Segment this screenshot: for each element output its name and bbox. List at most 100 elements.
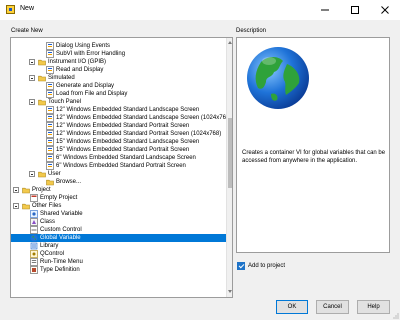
tree-item-label: SubVI with Error Handling <box>56 51 126 57</box>
resize-grip-icon[interactable] <box>393 313 399 319</box>
tree-item[interactable]: Generate and Display <box>11 82 227 90</box>
tree-item[interactable]: Type Definition <box>11 266 227 274</box>
library-icon <box>30 242 38 250</box>
tree-item[interactable]: Dialog Using Events <box>11 42 227 50</box>
cancel-button[interactable]: Cancel <box>316 300 349 314</box>
vi-icon <box>46 114 54 122</box>
close-button[interactable] <box>370 0 400 20</box>
vi-icon <box>46 106 54 114</box>
add-to-project-option[interactable]: Add to project <box>237 262 285 270</box>
tree-item-label: Library <box>40 243 59 249</box>
add-to-project-checkbox[interactable] <box>237 262 245 270</box>
tree-item[interactable]: 15" Windows Embedded Standard Landscape … <box>11 138 227 146</box>
type-definition-icon <box>30 266 38 274</box>
tree-item-label: Simulated <box>48 75 75 81</box>
tree-item-label: Browse... <box>56 179 82 185</box>
tree-item-label: Class <box>40 219 56 225</box>
vi-icon <box>46 42 54 50</box>
tree-scrollbar-thumb[interactable] <box>228 118 232 188</box>
project-icon <box>30 194 38 202</box>
create-new-tree[interactable]: Dialog Using Events SubVI with Error Hand… <box>10 37 233 298</box>
tree-item[interactable]: Simulated <box>11 74 227 82</box>
tree-item[interactable]: 12" Windows Embedded Standard Landscape … <box>11 114 227 122</box>
tree-item-label: Touch Panel <box>48 99 82 105</box>
tree-item[interactable]: Library <box>11 242 227 250</box>
tree-item-label: 12" Windows Embedded Standard Portrait S… <box>56 123 190 129</box>
folder-icon <box>22 202 30 210</box>
folder-icon <box>46 178 54 186</box>
tree-item-label: Read and Display <box>56 67 104 73</box>
qcontrol-icon <box>30 250 38 258</box>
tree-item[interactable]: Empty Project <box>11 194 227 202</box>
scroll-up-icon[interactable] <box>228 40 232 44</box>
tree-item-label: Generate and Display <box>56 83 115 89</box>
tree-item-label: Load from File and Display <box>56 91 128 97</box>
tree-item-label: QControl <box>40 251 65 257</box>
tree-expander-icon[interactable] <box>13 203 19 209</box>
tree-expander-icon[interactable] <box>13 187 19 193</box>
scroll-down-icon[interactable] <box>228 290 232 294</box>
app-icon <box>6 5 15 14</box>
vi-icon <box>46 122 54 130</box>
tree-scrollbar[interactable] <box>226 38 232 297</box>
tree-item[interactable]: Load from File and Display <box>11 90 227 98</box>
vi-icon <box>46 138 54 146</box>
tree-item[interactable]: Read and Display <box>11 66 227 74</box>
tree-item[interactable]: Run-Time Menu <box>11 258 227 266</box>
minimize-icon <box>321 9 329 11</box>
folder-icon <box>38 170 46 178</box>
tree-item-label: Global Variable <box>40 235 81 241</box>
folder-icon <box>38 58 46 66</box>
tree-item[interactable]: 12" Windows Embedded Standard Portrait S… <box>11 122 227 130</box>
maximize-icon <box>351 6 359 14</box>
globe-icon <box>247 47 309 109</box>
tree-item-label: 15" Windows Embedded Standard Portrait S… <box>56 147 190 153</box>
tree-item-label: 12" Windows Embedded Standard Portrait S… <box>56 131 222 137</box>
window-title: New <box>20 5 35 12</box>
vi-icon <box>46 154 54 162</box>
tree-item[interactable]: 12" Windows Embedded Standard Landscape … <box>11 106 227 114</box>
tree-item[interactable]: Class <box>11 218 227 226</box>
tree-item[interactable]: 6" Windows Embedded Standard Portrait Sc… <box>11 162 227 170</box>
tree-item[interactable]: Touch Panel <box>11 98 227 106</box>
folder-icon <box>38 74 46 82</box>
tree-item-label: Custom Control <box>40 227 82 233</box>
tree-item[interactable]: SubVI with Error Handling <box>11 50 227 58</box>
tree-item[interactable]: Shared Variable <box>11 210 227 218</box>
tree-item[interactable]: Global Variable <box>11 234 227 242</box>
tree-item-label: Dialog Using Events <box>56 43 111 49</box>
minimize-button[interactable] <box>310 0 340 20</box>
tree-item[interactable]: QControl <box>11 250 227 258</box>
tree-item[interactable]: User <box>11 170 227 178</box>
maximize-button[interactable] <box>340 0 370 20</box>
tree-item[interactable]: Project <box>11 186 227 194</box>
vi-icon <box>46 146 54 154</box>
ok-button[interactable]: OK <box>276 300 308 314</box>
class-icon <box>30 218 38 226</box>
tree-item[interactable]: Other Files <box>11 202 227 210</box>
tree-expander-icon[interactable] <box>29 75 35 81</box>
tree-item[interactable]: Instrument I/O (GPIB) <box>11 58 227 66</box>
vi-icon <box>46 162 54 170</box>
vi-icon <box>46 66 54 74</box>
new-dialog-window: New Create New Description Dialog Using … <box>0 0 400 320</box>
tree-expander-icon[interactable] <box>29 171 35 177</box>
tree-item[interactable]: 15" Windows Embedded Standard Portrait S… <box>11 146 227 154</box>
add-to-project-label: Add to project <box>248 263 286 269</box>
create-new-label: Create New <box>11 28 43 34</box>
close-icon <box>381 6 389 14</box>
help-button[interactable]: Help <box>357 300 390 314</box>
tree-item-label: Instrument I/O (GPIB) <box>48 59 107 65</box>
global-variable-icon <box>30 234 38 242</box>
tree-item[interactable]: 12" Windows Embedded Standard Portrait S… <box>11 130 227 138</box>
title-bar[interactable]: New <box>0 0 400 20</box>
tree-item-label: 15" Windows Embedded Standard Landscape … <box>56 139 200 145</box>
tree-item[interactable]: Browse... <box>11 178 227 186</box>
tree-item[interactable]: 6" Windows Embedded Standard Landscape S… <box>11 154 227 162</box>
tree-item[interactable]: Custom Control <box>11 226 227 234</box>
tree-expander-icon[interactable] <box>29 59 35 65</box>
vi-icon <box>46 90 54 98</box>
description-panel: Creates a container VI for global variab… <box>236 37 390 253</box>
tree-item-label: 6" Windows Embedded Standard Portrait Sc… <box>56 163 186 169</box>
tree-expander-icon[interactable] <box>29 99 35 105</box>
